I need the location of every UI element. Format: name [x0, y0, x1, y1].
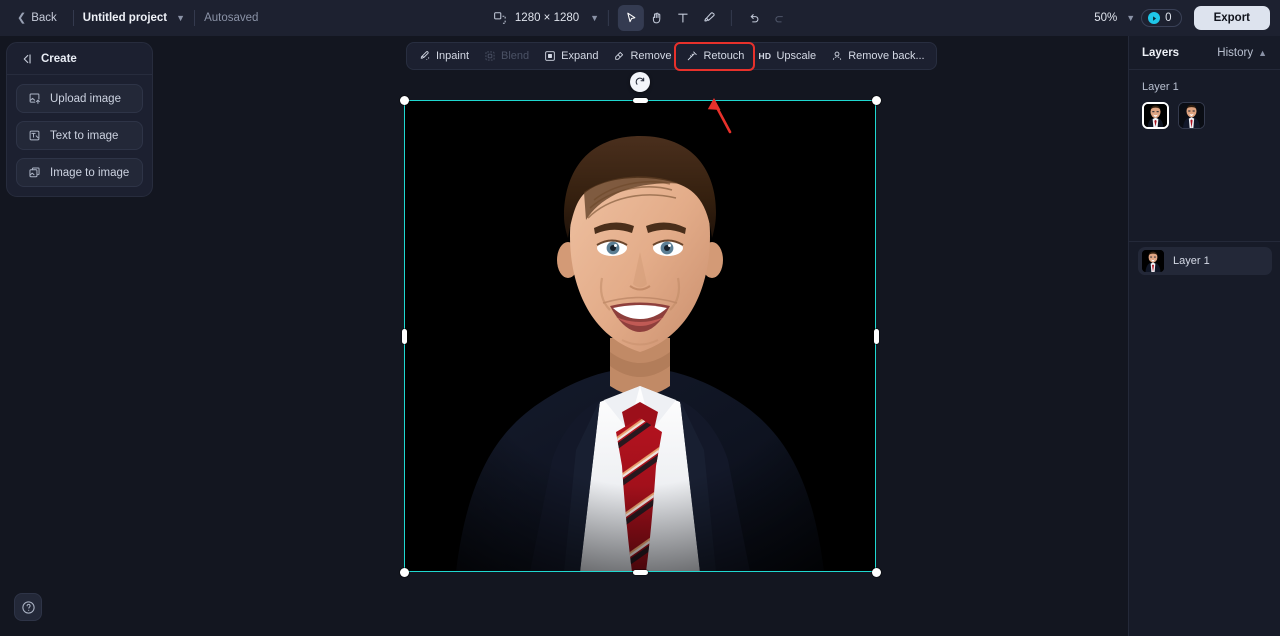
credit-coin-icon	[1148, 12, 1161, 24]
thumbnail-portrait	[1142, 250, 1164, 272]
rotate-handle-icon[interactable]	[630, 72, 650, 92]
layers-panel-body: Layer 1	[1129, 70, 1280, 129]
create-sidebar: Create Upload image Text to image Image …	[6, 42, 153, 197]
header-divider-4	[731, 10, 733, 26]
layers-panel-header: Layers History ▲	[1129, 36, 1280, 70]
portrait-illustration	[404, 100, 876, 572]
remove-button[interactable]: Remove	[605, 46, 678, 67]
image-to-image-icon	[27, 166, 41, 180]
variant-thumbnail-2[interactable]	[1178, 102, 1205, 129]
history-toggle[interactable]: History ▲	[1217, 47, 1267, 59]
resize-handle-top[interactable]	[632, 97, 648, 103]
resize-handle-left[interactable]	[401, 328, 407, 344]
layer-group-label: Layer 1	[1142, 81, 1179, 93]
autosave-status: Autosaved	[204, 12, 259, 24]
brush-tool-icon[interactable]	[696, 5, 722, 31]
expand-icon	[543, 50, 556, 63]
back-button[interactable]: ❮ Back	[10, 8, 64, 28]
resize-handle-right[interactable]	[873, 328, 879, 344]
retouch-icon	[685, 50, 698, 63]
hand-tool-icon[interactable]	[644, 5, 670, 31]
project-name[interactable]: Untitled project	[83, 12, 167, 24]
inpaint-icon	[418, 50, 431, 63]
retouch-button[interactable]: Retouch	[674, 41, 756, 71]
header-divider-1	[72, 10, 74, 26]
redo-icon[interactable]	[767, 5, 793, 31]
back-button-label: Back	[31, 12, 57, 24]
resize-handle-top-left[interactable]	[399, 95, 409, 105]
resize-canvas-icon[interactable]	[487, 5, 513, 31]
app-header: ❮ Back Untitled project ▼ Autosaved 1280…	[0, 0, 1280, 36]
sidebar-item-label: Upload image	[50, 92, 121, 105]
canvas-size-label[interactable]: 1280 × 1280	[515, 12, 579, 24]
expand-button[interactable]: Expand	[536, 46, 605, 67]
hd-icon: HD	[758, 51, 772, 61]
remove-background-label: Remove back...	[848, 50, 925, 62]
layers-panel: Layers History ▲ Layer 1 Layer 1	[1128, 36, 1280, 636]
sidebar-item-label: Text to image	[50, 129, 119, 142]
chevron-left-icon: ❮	[17, 11, 27, 24]
blend-label: Blend	[501, 50, 530, 62]
zoom-level-label[interactable]: 50%	[1094, 12, 1117, 24]
sidebar-items: Upload image Text to image Image to imag…	[7, 75, 152, 187]
header-tool-group: 1280 × 1280 ▼	[487, 0, 793, 36]
layer-thumbnail	[1142, 250, 1164, 272]
chevron-down-icon[interactable]: ▼	[176, 13, 185, 23]
variant-thumbnails	[1142, 102, 1267, 129]
select-tool-icon[interactable]	[618, 5, 645, 31]
thumbnail-portrait	[1179, 103, 1204, 128]
text-to-image-icon	[27, 129, 41, 143]
blend-icon	[483, 50, 496, 63]
sidebar-item-text-to-image[interactable]: Text to image	[16, 121, 143, 150]
chevron-up-icon: ▲	[1258, 47, 1267, 58]
layer-list-item[interactable]: Layer 1	[1138, 247, 1272, 275]
remove-icon	[612, 50, 625, 63]
header-divider-3	[608, 10, 610, 26]
remove-label: Remove	[630, 50, 672, 62]
remove-background-button[interactable]: Remove back...	[823, 46, 931, 67]
help-button[interactable]	[14, 593, 42, 621]
collapse-panel-icon[interactable]	[19, 52, 33, 66]
resize-handle-bottom-left[interactable]	[399, 567, 409, 577]
undo-icon[interactable]	[741, 5, 767, 31]
header-left-group: ❮ Back Untitled project ▼ Autosaved	[0, 8, 258, 28]
expand-label: Expand	[561, 50, 599, 62]
layers-panel-title: Layers	[1142, 46, 1180, 59]
credits-count: 0	[1165, 12, 1172, 24]
upscale-label: Upscale	[776, 50, 817, 62]
zoom-chevron-down-icon[interactable]: ▼	[1126, 13, 1135, 23]
edit-toolbar: Inpaint Blend Expand Remove Retouch HD U…	[406, 41, 937, 71]
canvas-size-chevron-down-icon[interactable]: ▼	[590, 13, 599, 23]
inpaint-label: Inpaint	[436, 50, 470, 62]
layers-panel-divider	[1129, 241, 1280, 242]
resize-handle-top-right[interactable]	[871, 95, 881, 105]
export-button[interactable]: Export	[1193, 6, 1270, 30]
retouch-label: Retouch	[703, 50, 745, 62]
blend-button[interactable]: Blend	[476, 46, 536, 67]
sidebar-item-image-to-image[interactable]: Image to image	[16, 158, 143, 187]
thumbnail-portrait	[1144, 104, 1167, 127]
canvas-selection[interactable]	[399, 72, 881, 577]
resize-handle-bottom[interactable]	[632, 569, 648, 575]
credits-badge[interactable]: 0	[1141, 9, 1182, 27]
sidebar-item-upload-image[interactable]: Upload image	[16, 84, 143, 113]
layer-item-label: Layer 1	[1173, 255, 1210, 267]
remove-background-icon	[830, 50, 843, 63]
text-tool-icon[interactable]	[670, 5, 696, 31]
canvas-area[interactable]: Inpaint Blend Expand Remove Retouch HD U…	[0, 36, 1280, 636]
sidebar-header: Create	[7, 43, 152, 75]
upload-image-icon	[27, 92, 41, 106]
sidebar-item-label: Image to image	[50, 166, 130, 179]
resize-handle-bottom-right[interactable]	[871, 567, 881, 577]
variant-thumbnail-1[interactable]	[1142, 102, 1169, 129]
upscale-button[interactable]: HD Upscale	[751, 46, 823, 67]
inpaint-button[interactable]: Inpaint	[411, 46, 476, 67]
history-label: History	[1217, 46, 1254, 59]
header-right-group: 50% ▼ 0 Export	[1094, 0, 1270, 36]
canvas-image[interactable]	[404, 100, 876, 572]
sidebar-title: Create	[41, 52, 77, 65]
header-divider-2	[194, 10, 196, 26]
